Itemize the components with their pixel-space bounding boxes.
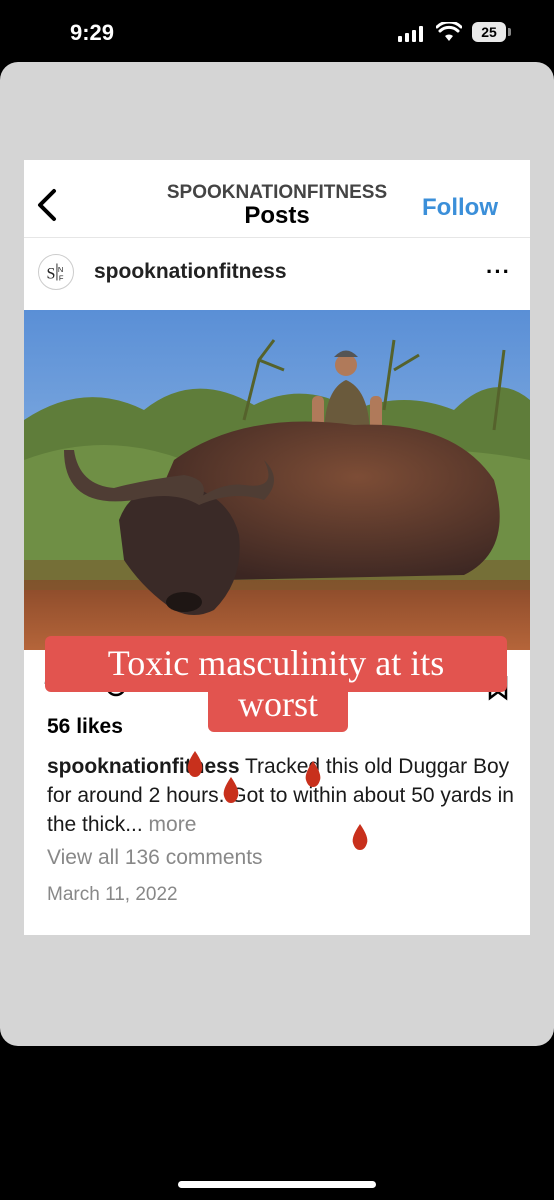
post-caption: spooknationfitness Tracked this old Dugg…: [47, 752, 517, 839]
caption-username[interactable]: spooknationfitness: [47, 755, 240, 778]
signal-icon: [398, 26, 423, 42]
status-bar: 9:29 25: [0, 0, 554, 62]
home-indicator[interactable]: [178, 1181, 376, 1188]
posts-header: SPOOKNATIONFITNESS Posts Follow: [24, 160, 530, 238]
blood-drop-icon: [352, 824, 368, 850]
blood-drop-icon: [223, 777, 239, 803]
post-header: S N F spooknationfitness ···: [24, 238, 530, 310]
screenshot-viewer: SPOOKNATIONFITNESS Posts Follow S N F sp…: [0, 62, 554, 1046]
svg-text:F: F: [59, 274, 64, 283]
likes-count[interactable]: 56 likes: [47, 715, 123, 739]
post-photo: [24, 310, 530, 650]
battery-tip: [508, 28, 511, 36]
caption-more-link[interactable]: more: [143, 813, 197, 836]
follow-button[interactable]: Follow: [422, 194, 498, 222]
svg-text:S: S: [47, 266, 56, 283]
blood-drop-icon: [187, 751, 203, 777]
instagram-post-card: SPOOKNATIONFITNESS Posts Follow S N F sp…: [24, 160, 530, 935]
post-username[interactable]: spooknationfitness: [94, 260, 287, 284]
battery-icon: 25: [472, 22, 506, 42]
wifi-icon: [436, 22, 462, 41]
more-options-icon[interactable]: ···: [486, 261, 511, 283]
post-date: March 11, 2022: [47, 884, 178, 905]
overlay-caption-line2: worst: [208, 682, 348, 732]
avatar[interactable]: S N F: [38, 254, 74, 290]
status-time: 9:29: [70, 20, 115, 45]
view-comments-link[interactable]: View all 136 comments: [47, 846, 263, 870]
blood-drop-icon: [305, 761, 321, 787]
